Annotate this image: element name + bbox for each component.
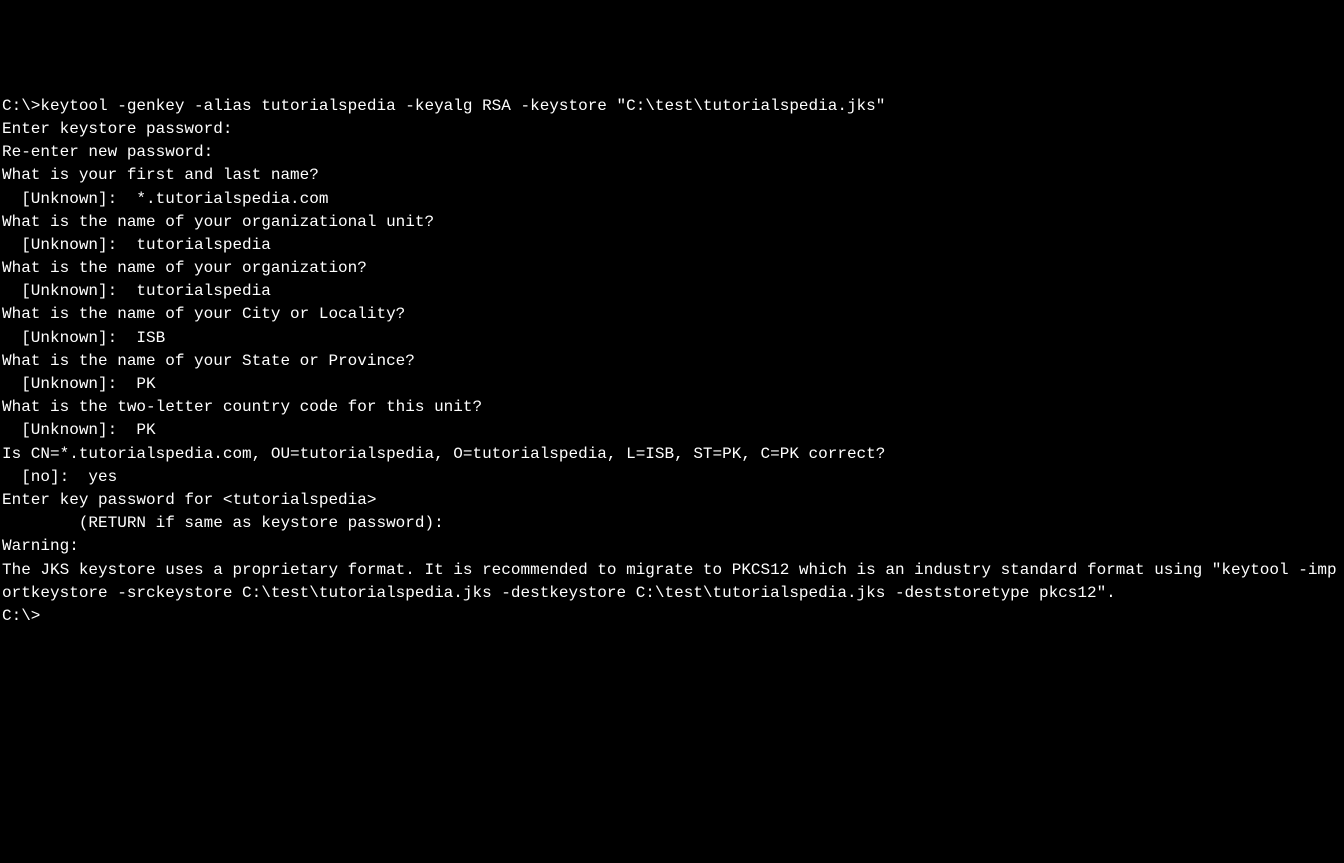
output-line: What is the name of your City or Localit… [2, 303, 1344, 326]
output-line: Is CN=*.tutorialspedia.com, OU=tutorials… [2, 443, 1344, 466]
output-line: [Unknown]: PK [2, 419, 1344, 442]
output-line: [Unknown]: ISB [2, 327, 1344, 350]
output-line: Enter keystore password: [2, 118, 1344, 141]
output-line: (RETURN if same as keystore password): [2, 512, 1344, 535]
output-line: Warning: [2, 535, 1344, 558]
output-line: [Unknown]: PK [2, 373, 1344, 396]
output-line: [Unknown]: *.tutorialspedia.com [2, 188, 1344, 211]
output-line: Enter key password for <tutorialspedia> [2, 489, 1344, 512]
output-line: What is the name of your organizational … [2, 211, 1344, 234]
prompt: C:\> [2, 607, 40, 625]
output-line: What is your first and last name? [2, 164, 1344, 187]
output-line: What is the two-letter country code for … [2, 396, 1344, 419]
output-line: [no]: yes [2, 466, 1344, 489]
command-text: keytool -genkey -alias tutorialspedia -k… [40, 97, 885, 115]
terminal-window[interactable]: C:\>keytool -genkey -alias tutorialspedi… [2, 95, 1344, 747]
output-line: The JKS keystore uses a proprietary form… [2, 559, 1344, 605]
output-line: [Unknown]: tutorialspedia [2, 280, 1344, 303]
output-line: [Unknown]: tutorialspedia [2, 234, 1344, 257]
prompt-line[interactable]: C:\> [2, 605, 1344, 628]
output-line: What is the name of your organization? [2, 257, 1344, 280]
command-line: C:\>keytool -genkey -alias tutorialspedi… [2, 95, 1344, 118]
prompt: C:\> [2, 97, 40, 115]
output-line: Re-enter new password: [2, 141, 1344, 164]
output-line: What is the name of your State or Provin… [2, 350, 1344, 373]
